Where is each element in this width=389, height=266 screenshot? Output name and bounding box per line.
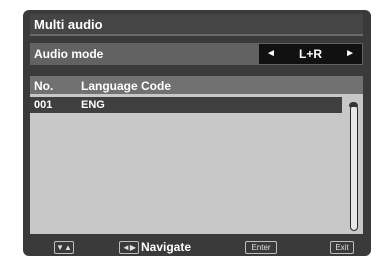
exit-key-button[interactable]: Exit <box>330 241 354 254</box>
scroll-thumb[interactable] <box>349 102 358 107</box>
scroll-track[interactable] <box>350 105 358 231</box>
scrollbar[interactable] <box>349 102 359 231</box>
column-header-no: No. <box>34 79 54 93</box>
panel-title: Multi audio <box>34 17 103 32</box>
navigate-label: Navigate <box>141 240 192 254</box>
audio-mode-label: Audio mode <box>34 47 104 61</box>
audio-mode-row[interactable]: Audio mode ◄ L+R ► <box>30 43 363 65</box>
audio-mode-selector[interactable]: ◄ L+R ► <box>259 44 362 64</box>
multi-audio-panel: Multi audio Audio mode ◄ L+R ► No. Langu… <box>23 10 371 256</box>
list-item[interactable]: 001 ENG <box>30 97 342 113</box>
list-header: No. Language Code <box>30 76 363 94</box>
up-down-key-icon: ▼▲ <box>54 241 74 254</box>
left-right-key-icon: ◄▶ <box>119 241 139 254</box>
list-item-language-code: ENG <box>81 99 105 111</box>
column-header-language-code: Language Code <box>81 79 172 93</box>
footer-key-guide: ▼▲ ◄▶ Navigate Enter Exit <box>30 240 363 255</box>
enter-key-button[interactable]: Enter <box>245 241 277 254</box>
right-arrow-icon[interactable]: ► <box>345 48 355 60</box>
language-list: 001 ENG <box>30 94 363 234</box>
list-item-no: 001 <box>34 99 53 111</box>
title-bar: Multi audio <box>30 14 363 36</box>
